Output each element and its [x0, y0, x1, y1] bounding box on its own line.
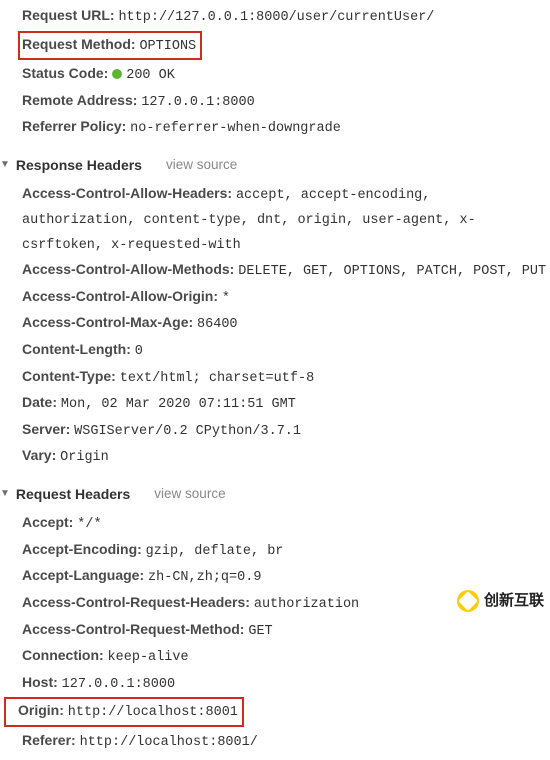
referer-key: Referer: [22, 732, 76, 748]
server-key: Server: [22, 421, 70, 437]
ac-req-headers-key: Access-Control-Request-Headers: [22, 594, 250, 610]
resp-content-type: Content-Type: text/html; charset=utf-8 [2, 365, 550, 390]
referrer-policy-key: Referrer Policy: [22, 118, 126, 134]
ac-allow-origin-val: * [222, 291, 230, 306]
ac-req-method-key: Access-Control-Request-Method: [22, 621, 244, 637]
response-headers-title: Response Headers [16, 154, 142, 176]
general-request-url: Request URL: http://127.0.0.1:8000/user/… [2, 4, 550, 29]
general-remote-address: Remote Address: 127.0.0.1:8000 [2, 89, 550, 114]
view-source-link[interactable]: view source [154, 483, 225, 505]
origin-key: Origin: [18, 702, 64, 718]
accept-encoding-key: Accept-Encoding: [22, 541, 142, 557]
accept-val: */* [77, 517, 101, 532]
status-dot-icon [112, 69, 122, 79]
ac-req-headers-val: authorization [254, 597, 359, 612]
accept-language-val: zh-CN,zh;q=0.9 [148, 570, 261, 585]
view-source-link[interactable]: view source [166, 154, 237, 176]
content-length-val: 0 [135, 344, 143, 359]
req-referer: Referer: http://localhost:8001/ [2, 729, 550, 754]
host-val: 127.0.0.1:8000 [62, 677, 175, 692]
req-connection: Connection: keep-alive [2, 644, 550, 669]
watermark-logo-icon [457, 590, 479, 612]
vary-val: Origin [60, 450, 109, 465]
server-val: WSGIServer/0.2 CPython/3.7.1 [74, 424, 301, 439]
accept-key: Accept: [22, 514, 73, 530]
connection-val: keep-alive [108, 650, 189, 665]
vary-key: Vary: [22, 447, 56, 463]
content-type-val: text/html; charset=utf-8 [120, 371, 314, 386]
accept-encoding-val: gzip, deflate, br [146, 544, 284, 559]
ac-allow-headers-key: Access-Control-Allow-Headers: [22, 185, 232, 201]
request-method-val: OPTIONS [139, 39, 196, 54]
resp-ac-allow-methods: Access-Control-Allow-Methods: DELETE, GE… [2, 258, 550, 283]
resp-server: Server: WSGIServer/0.2 CPython/3.7.1 [2, 418, 550, 443]
ac-max-age-val: 86400 [197, 317, 238, 332]
general-request-method-row: Request Method: OPTIONS [2, 31, 550, 61]
origin-highlight: Origin: http://localhost:8001 [4, 697, 244, 727]
chevron-down-icon: ▼ [0, 486, 10, 502]
status-code-val: 200 OK [126, 68, 175, 83]
watermark: 创新互联 [457, 589, 544, 613]
req-ac-req-method: Access-Control-Request-Method: GET [2, 618, 550, 643]
date-key: Date: [22, 394, 57, 410]
req-origin-row: Origin: http://localhost:8001 [2, 697, 550, 727]
general-referrer-policy: Referrer Policy: no-referrer-when-downgr… [2, 115, 550, 140]
ac-allow-methods-val: DELETE, GET, OPTIONS, PATCH, POST, PUT [238, 264, 546, 279]
resp-vary: Vary: Origin [2, 444, 550, 469]
resp-date: Date: Mon, 02 Mar 2020 07:11:51 GMT [2, 391, 550, 416]
request-headers-section[interactable]: ▼ Request Headers view source [2, 471, 550, 511]
resp-ac-allow-origin: Access-Control-Allow-Origin: * [2, 285, 550, 310]
content-length-key: Content-Length: [22, 341, 131, 357]
date-val: Mon, 02 Mar 2020 07:11:51 GMT [61, 397, 296, 412]
req-accept-language: Accept-Language: zh-CN,zh;q=0.9 [2, 564, 550, 589]
origin-val: http://localhost:8001 [68, 705, 238, 720]
ac-req-method-val: GET [248, 624, 272, 639]
request-url-key: Request URL: [22, 7, 115, 23]
request-method-key: Request Method: [22, 36, 136, 52]
request-headers-title: Request Headers [16, 483, 130, 505]
ac-allow-methods-key: Access-Control-Allow-Methods: [22, 261, 234, 277]
resp-ac-max-age: Access-Control-Max-Age: 86400 [2, 311, 550, 336]
remote-address-val: 127.0.0.1:8000 [141, 95, 254, 110]
ac-max-age-key: Access-Control-Max-Age: [22, 314, 193, 330]
content-type-key: Content-Type: [22, 368, 116, 384]
req-host: Host: 127.0.0.1:8000 [2, 671, 550, 696]
chevron-down-icon: ▼ [0, 157, 10, 173]
resp-content-length: Content-Length: 0 [2, 338, 550, 363]
request-url-val: http://127.0.0.1:8000/user/currentUser/ [118, 10, 434, 25]
watermark-text: 创新互联 [484, 589, 544, 613]
referer-val: http://localhost:8001/ [80, 735, 258, 750]
host-key: Host: [22, 674, 58, 690]
status-code-key: Status Code: [22, 65, 108, 81]
response-headers-section[interactable]: ▼ Response Headers view source [2, 142, 550, 182]
remote-address-key: Remote Address: [22, 92, 137, 108]
request-method-highlight: Request Method: OPTIONS [18, 31, 202, 61]
general-status-code: Status Code: 200 OK [2, 62, 550, 87]
resp-ac-allow-headers: Access-Control-Allow-Headers: accept, ac… [2, 182, 550, 256]
req-accept-encoding: Accept-Encoding: gzip, deflate, br [2, 538, 550, 563]
referrer-policy-val: no-referrer-when-downgrade [130, 121, 341, 136]
connection-key: Connection: [22, 647, 104, 663]
req-accept: Accept: */* [2, 511, 550, 536]
ac-allow-origin-key: Access-Control-Allow-Origin: [22, 288, 218, 304]
accept-language-key: Accept-Language: [22, 567, 144, 583]
